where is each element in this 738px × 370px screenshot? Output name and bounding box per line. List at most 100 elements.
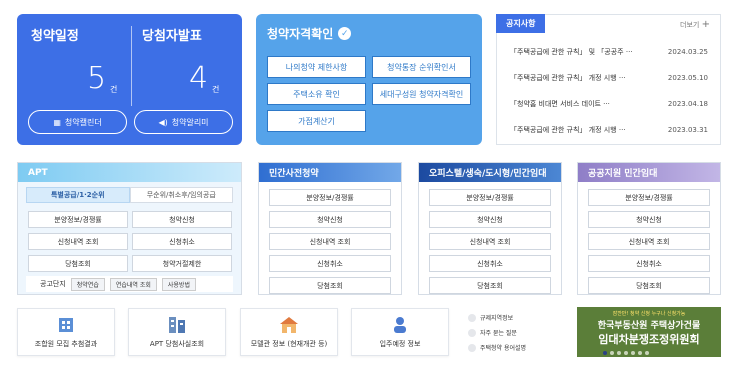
calendar-button-label: 청약캘린더	[64, 117, 102, 127]
apt-apply-button[interactable]: 청약신청	[132, 211, 232, 228]
officetel-cancel-button[interactable]: 신청취소	[429, 255, 551, 272]
presale-history-button[interactable]: 신청내역 조회	[269, 233, 391, 250]
apt-cancel-button[interactable]: 신청취소	[132, 233, 232, 250]
move-in-card[interactable]: 입주예정 정보	[351, 308, 449, 356]
rental-history-button[interactable]: 신청내역 조회	[588, 233, 710, 250]
calendar-button[interactable]: ▦ 청약캘린더	[28, 110, 127, 134]
presale-apply-button[interactable]: 청약신청	[269, 211, 391, 228]
notice-tab[interactable]: 공지사항	[496, 14, 546, 33]
apt-tabs: 특별공급/1·2순위 무순위/취소후/임의공급	[26, 187, 233, 203]
presale-header: 민간사전청약	[259, 163, 401, 182]
apt-winner-check-card[interactable]: APT 당첨사실조회	[128, 308, 226, 356]
move-in-label: 입주예정 정보	[379, 340, 421, 348]
officetel-apply-button[interactable]: 청약신청	[429, 211, 551, 228]
schedule-card: 청약일정 당첨자발표 5 건 4 건 ▦ 청약캘린더 ◀) 청약알리미	[17, 14, 242, 145]
rental-winner-button[interactable]: 당첨조회	[588, 277, 710, 294]
question-icon	[468, 328, 476, 337]
building-icon	[59, 318, 73, 332]
apt-header: APT	[18, 163, 241, 182]
calendar-icon: ▦	[53, 117, 61, 127]
officetel-header: 오피스텔/생숙/도시형/민간임대	[419, 163, 561, 182]
notice-date: 2023.05.10	[667, 74, 708, 82]
document-icon	[468, 313, 476, 322]
glossary-link[interactable]: 주택청약 용어설명	[468, 343, 526, 352]
speaker-icon: ◀)	[158, 117, 168, 127]
apt-restriction-button[interactable]: 청약거절제한	[132, 255, 232, 272]
presale-section: 민간사전청약 분양정보/경쟁률 청약신청 신청내역 조회 신청취소 당첨조회	[258, 162, 402, 295]
rank-certificate-button[interactable]: 청약통장 순위확인서	[372, 56, 471, 78]
public-rental-header: 공공지원 민간임대	[578, 163, 720, 182]
apt-section: APT 특별공급/1·2순위 무순위/취소후/임의공급 분양정보/경쟁률 청약신…	[17, 162, 242, 295]
officetel-winner-button[interactable]: 당첨조회	[429, 277, 551, 294]
rental-cancel-button[interactable]: 신청취소	[588, 255, 710, 272]
winner-unit: 건	[212, 85, 220, 94]
model-house-label: 모델관 정보 (현재개관 등)	[250, 340, 328, 348]
schedule-unit: 건	[110, 85, 118, 94]
plus-icon: +	[701, 19, 710, 30]
qualification-title: 청약자격확인 ✓	[267, 25, 352, 42]
officetel-history-button[interactable]: 신청내역 조회	[429, 233, 551, 250]
notice-panel: 공지사항 더보기 + 「주택공급에 관한 규칙」 및 「공공주 ··· 2024.…	[496, 14, 721, 145]
notice-title: 「주택공급에 관한 규칙」 및 「공공주 ···	[510, 48, 633, 56]
model-house-icon	[280, 317, 298, 333]
notice-date: 2023.03.31	[667, 126, 708, 134]
notice-item[interactable]: 「주택공급에 관한 규칙」 개정 시행 ··· 2023.03.31	[510, 123, 708, 137]
presale-winner-button[interactable]: 당첨조회	[269, 277, 391, 294]
alert-button[interactable]: ◀) 청약알리미	[134, 110, 233, 134]
winner-count[interactable]: 4	[189, 61, 208, 96]
apt-winner-button[interactable]: 당첨조회	[28, 255, 128, 272]
alert-button-label: 청약알리미	[171, 117, 209, 127]
notice-date: 2024.03.25	[667, 48, 708, 56]
apt-history-button[interactable]: 신청내역 조회	[28, 233, 128, 250]
household-eligibility-button[interactable]: 세대구성원 청약자격확인	[372, 83, 471, 105]
model-house-card[interactable]: 모델관 정보 (현재개관 등)	[240, 308, 338, 356]
announce-label: 공고단지	[40, 280, 66, 288]
how-to-chip[interactable]: 사용방법	[161, 277, 196, 291]
rental-apply-button[interactable]: 청약신청	[588, 211, 710, 228]
schedule-title: 청약일정	[31, 29, 79, 44]
practice-history-chip[interactable]: 연습내역 조회	[109, 277, 157, 291]
notice-date: 2023.04.18	[667, 100, 708, 108]
faq-label: 자주 묻는 질문	[480, 330, 517, 337]
notice-title: 「주택공급에 관한 규칙」 개정 시행 ···	[510, 126, 626, 134]
union-lottery-card[interactable]: 조합원 모집 추첨결과	[17, 308, 115, 356]
notice-item[interactable]: 「주택공급에 관한 규칙」 및 「공공주 ··· 2024.03.25	[510, 45, 708, 59]
notice-title: 「주택공급에 관한 규칙」 개정 시행 ···	[510, 74, 626, 82]
more-label: 더보기	[680, 21, 700, 29]
apt-footer: 공고단지 청약연습 연습내역 조회 사용방법	[26, 276, 233, 292]
apartment-icon	[169, 317, 185, 333]
banner-pager[interactable]	[603, 351, 649, 355]
regulated-area-link[interactable]: 규제지역정보	[468, 313, 513, 322]
tab-other-supply[interactable]: 무순위/취소후/임의공급	[129, 187, 233, 203]
notice-item[interactable]: 「주택공급에 관한 규칙」 개정 시행 ··· 2023.05.10	[510, 71, 708, 85]
union-lottery-label: 조합원 모집 추첨결과	[34, 340, 98, 348]
officetel-sale-info-button[interactable]: 분양정보/경쟁률	[429, 189, 551, 206]
quick-links: 규제지역정보 자주 묻는 질문 주택청약 용어설명	[462, 308, 562, 356]
banner-line1: 한국부동산원 주택상가건물	[597, 321, 701, 331]
apt-winner-check-label: APT 당첨사실조회	[149, 340, 205, 348]
notice-item[interactable]: 「청약홈 비대면 서비스 데이트 ··· 2023.04.18	[510, 97, 708, 111]
schedule-count[interactable]: 5	[87, 61, 106, 96]
check-icon: ✓	[338, 27, 352, 40]
faq-link[interactable]: 자주 묻는 질문	[468, 328, 517, 337]
book-icon	[468, 343, 476, 352]
qualification-title-text: 청약자격확인	[267, 27, 334, 41]
officetel-section: 오피스텔/생숙/도시형/민간임대 분양정보/경쟁률 청약신청 신청내역 조회 신…	[418, 162, 562, 295]
person-icon	[394, 317, 406, 333]
more-link[interactable]: 더보기 +	[680, 19, 710, 30]
rental-sale-info-button[interactable]: 분양정보/경쟁률	[588, 189, 710, 206]
public-rental-section: 공공지원 민간임대 분양정보/경쟁률 청약신청 신청내역 조회 신청취소 당첨조…	[577, 162, 721, 295]
card-divider	[131, 26, 132, 106]
presale-sale-info-button[interactable]: 분양정보/경쟁률	[269, 189, 391, 206]
notice-title: 「청약홈 비대면 서비스 데이트 ···	[510, 100, 610, 108]
winner-announce-title: 당첨자발표	[142, 29, 202, 44]
qualification-card: 청약자격확인 ✓ 나의청약 제한사항 청약통장 순위확인서 주택소유 확인 세대…	[256, 14, 482, 145]
apt-sale-info-button[interactable]: 분양정보/경쟁률	[28, 211, 128, 228]
presale-cancel-button[interactable]: 신청취소	[269, 255, 391, 272]
tab-special-supply[interactable]: 특별공급/1·2순위	[26, 187, 130, 203]
practice-chip[interactable]: 청약연습	[70, 277, 105, 291]
my-restriction-button[interactable]: 나의청약 제한사항	[267, 56, 366, 78]
score-calculator-button[interactable]: 가점계산기	[267, 110, 366, 132]
dispute-banner[interactable]: 잠깐만! 청약 신청 누구나 신청가능 한국부동산원 주택상가건물 임대차분쟁조…	[577, 307, 721, 357]
house-ownership-button[interactable]: 주택소유 확인	[267, 83, 366, 105]
